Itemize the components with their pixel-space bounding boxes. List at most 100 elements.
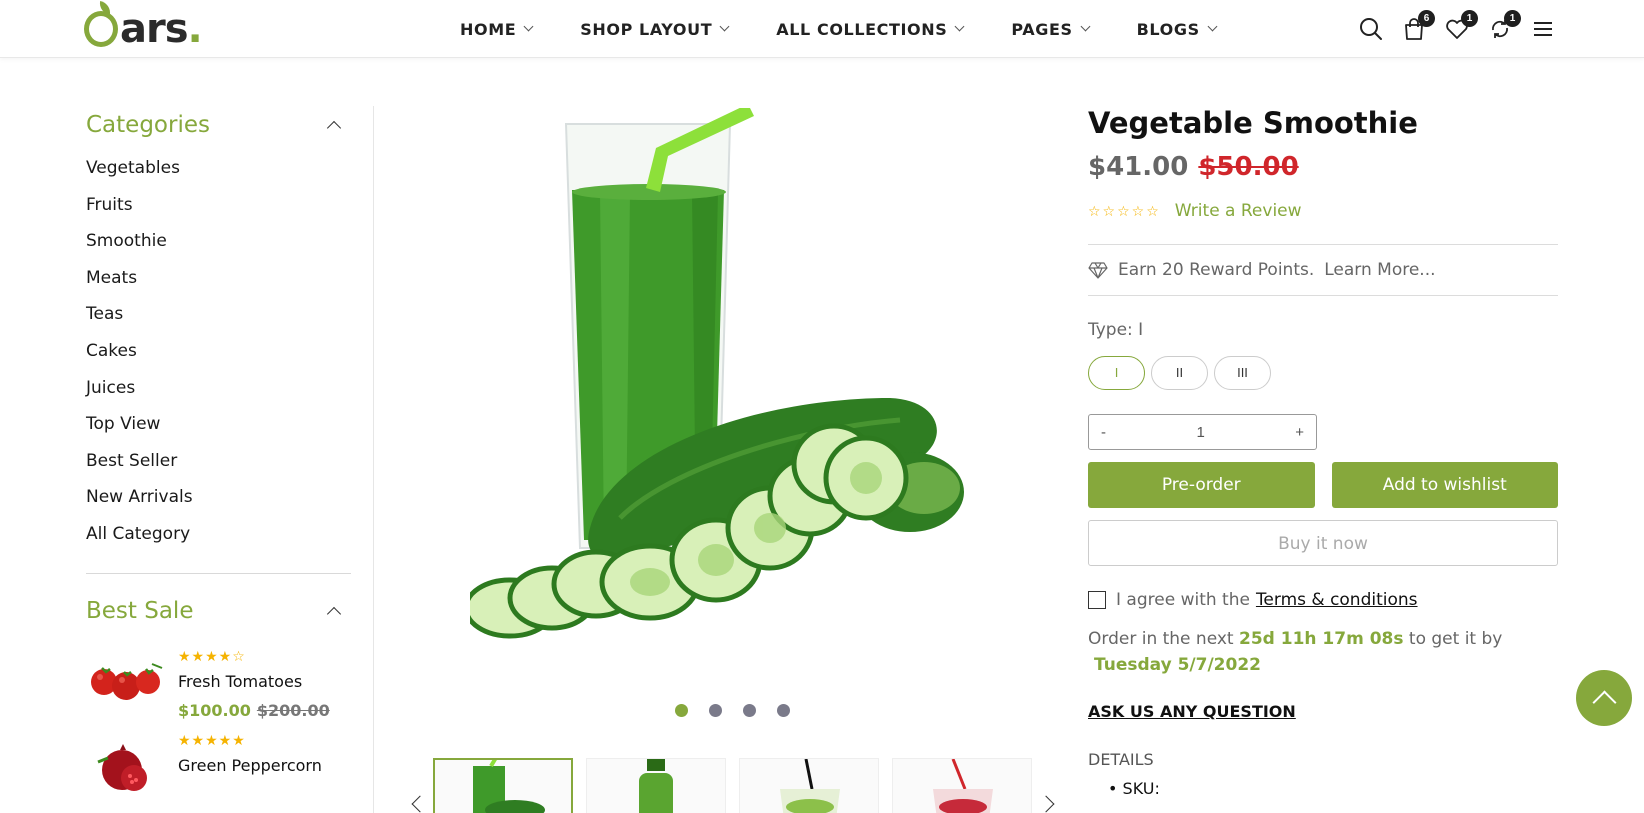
nav-label: BLOGS (1136, 19, 1200, 39)
add-to-wishlist-button[interactable]: Add to wishlist (1331, 462, 1558, 508)
category-item[interactable]: All Category (86, 516, 351, 553)
product-main-image[interactable] (463, 104, 1010, 648)
thumbnail-bottle[interactable] (586, 758, 726, 813)
category-item[interactable]: Top View (86, 406, 351, 443)
nav-home[interactable]: HOME (460, 20, 534, 39)
logo-dot: . (187, 6, 203, 52)
nav-pages[interactable]: PAGES (1011, 19, 1091, 39)
cart-icon[interactable]: 6 (1401, 10, 1435, 42)
write-review-link[interactable]: Write a Review (1175, 201, 1302, 221)
order-mid: to get it by (1408, 629, 1503, 649)
learn-more-link[interactable]: Learn More... (1324, 260, 1435, 280)
thumbnail-strip (433, 758, 1045, 813)
category-item[interactable]: Teas (86, 296, 351, 333)
action-buttons: Pre-order Add to wishlist (1088, 462, 1558, 508)
buy-now-button[interactable]: Buy it now (1088, 520, 1558, 566)
site-header: ars . HOME SHOP LAYOUT ALL COLLECTIONS P… (0, 0, 1644, 58)
qty-value[interactable]: 1 (1196, 424, 1204, 441)
compare-icon[interactable]: 1 (1487, 10, 1521, 42)
sale-old-price: $200.00 (256, 700, 330, 720)
main-nav: HOME SHOP LAYOUT ALL COLLECTIONS PAGES B… (460, 0, 1264, 58)
terms-link[interactable]: Terms & conditions (1256, 590, 1418, 610)
reward-text: Earn 20 Reward Points. (1118, 260, 1315, 280)
sku-item: • SKU: (1108, 779, 1160, 798)
quantity-stepper: - 1 + (1088, 414, 1317, 450)
categories-title: Categories (86, 112, 210, 138)
nav-shop-layout[interactable]: SHOP LAYOUT (580, 19, 730, 39)
category-item[interactable]: New Arrivals (86, 479, 351, 516)
gallery-dot[interactable] (709, 704, 722, 717)
type-option-iii[interactable]: III (1214, 356, 1271, 390)
compare-count-badge: 1 (1504, 10, 1521, 27)
category-item[interactable]: Best Seller (86, 443, 351, 480)
category-item[interactable]: Vegetables (86, 150, 351, 187)
order-prefix: Order in the next (1088, 629, 1234, 649)
scroll-to-top-button[interactable] (1576, 670, 1632, 726)
nav-blogs[interactable]: BLOGS (1136, 19, 1218, 39)
thumbnail-cup-red[interactable] (892, 758, 1032, 813)
nav-label: ALL COLLECTIONS (776, 19, 948, 39)
categories-header[interactable]: Categories (86, 100, 351, 150)
chevron-down-icon (1080, 21, 1091, 32)
details-heading: DETAILS (1088, 750, 1154, 769)
product-panel: Vegetable Smoothie $41.00 $50.00 ☆☆☆☆☆ Wr… (1088, 100, 1558, 798)
best-sale-header[interactable]: Best Sale (86, 586, 351, 636)
sale-price: $100.00 (178, 700, 251, 720)
type-options: I II III (1088, 356, 1558, 390)
reward-row: Earn 20 Reward Points. Learn More... (1088, 245, 1558, 295)
preorder-button[interactable]: Pre-order (1088, 462, 1315, 508)
sale-item-prices: $100.00 $200.00 (178, 701, 330, 720)
thumbnail-smoothie[interactable] (433, 758, 573, 813)
thumb-prev-arrow-icon[interactable] (411, 795, 429, 813)
logo[interactable]: ars . (84, 6, 203, 52)
countdown-timer: 25d 11h 17m 08s (1239, 629, 1404, 649)
gallery-dot[interactable] (777, 704, 790, 717)
wishlist-count-badge: 1 (1461, 10, 1478, 27)
category-item[interactable]: Smoothie (86, 223, 351, 260)
thumbnail-cup-green[interactable] (739, 758, 879, 813)
search-icon[interactable] (1358, 16, 1384, 42)
terms-agree-row: I agree with the Terms & conditions (1088, 586, 1558, 614)
category-item[interactable]: Cakes (86, 333, 351, 370)
sale-item-info: ★★★★★ Green Peppercorn (178, 732, 322, 794)
best-sale-item[interactable]: ★★★★☆ Fresh Tomatoes $100.00 $200.00 (86, 648, 351, 720)
type-option-ii[interactable]: II (1151, 356, 1208, 390)
delivery-estimate: Order in the next 25d 11h 17m 08s to get… (1088, 626, 1558, 678)
chevron-down-icon (954, 21, 965, 32)
sale-item-name[interactable]: Green Peppercorn (178, 756, 322, 775)
chevron-down-icon (523, 21, 534, 32)
type-option-i[interactable]: I (1088, 356, 1145, 390)
sidebar: Categories Vegetables Fruits Smoothie Me… (86, 100, 351, 794)
category-item[interactable]: Juices (86, 370, 351, 407)
sale-item-name[interactable]: Fresh Tomatoes (178, 672, 330, 691)
menu-icon[interactable] (1530, 16, 1556, 42)
product-title: Vegetable Smoothie (1088, 106, 1418, 140)
diamond-icon (1088, 262, 1108, 279)
gallery-dot[interactable] (675, 704, 688, 717)
gallery-dot[interactable] (743, 704, 756, 717)
chevron-up-icon (326, 606, 342, 621)
qty-minus-button[interactable]: - (1101, 424, 1106, 441)
sidebar-divider (373, 106, 374, 813)
category-item[interactable]: Fruits (86, 187, 351, 224)
nav-label: PAGES (1011, 19, 1073, 39)
qty-plus-button[interactable]: + (1295, 424, 1304, 441)
chevron-up-icon (326, 120, 342, 136)
wishlist-icon[interactable]: 1 (1444, 10, 1478, 42)
tomatoes-image (86, 648, 170, 710)
sidebar-separator (86, 572, 351, 574)
best-sale-item[interactable]: ★★★★★ Green Peppercorn (86, 732, 351, 794)
rating-stars: ☆☆☆☆☆ (1088, 202, 1161, 219)
category-item[interactable]: Meats (86, 260, 351, 297)
terms-checkbox[interactable] (1088, 591, 1106, 609)
agree-text: I agree with the (1116, 590, 1250, 610)
category-list: Vegetables Fruits Smoothie Meats Teas Ca… (86, 150, 351, 553)
cart-count-badge: 6 (1418, 10, 1435, 27)
nav-all-collections[interactable]: ALL COLLECTIONS (776, 19, 965, 39)
chevron-down-icon (1207, 21, 1218, 32)
best-sale-title: Best Sale (86, 597, 194, 624)
nav-label: SHOP LAYOUT (580, 19, 713, 39)
ask-question-link[interactable]: ASK US ANY QUESTION (1088, 702, 1558, 726)
gallery-dots (675, 704, 811, 717)
price-row: $41.00 $50.00 (1088, 152, 1558, 188)
